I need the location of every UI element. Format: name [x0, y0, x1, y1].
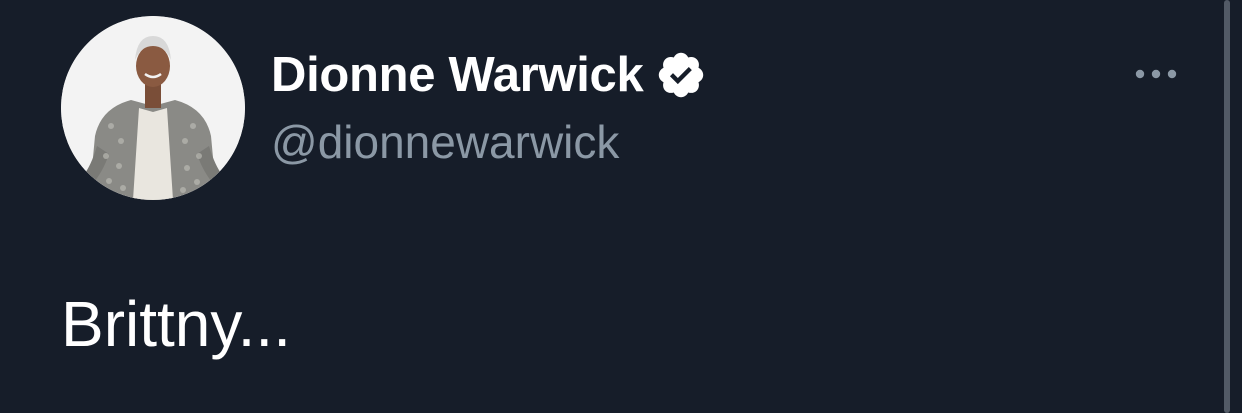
avatar-image — [61, 16, 245, 200]
more-options-button[interactable] — [1128, 60, 1184, 88]
author-name-row: Dionne Warwick — [271, 44, 707, 106]
more-horizontal-icon — [1135, 69, 1177, 79]
scrollbar[interactable] — [1224, 0, 1230, 413]
verified-badge-icon — [655, 49, 707, 101]
tweet: Dionne Warwick @dionnewarwick Brittny... — [0, 0, 1242, 413]
author-handle[interactable]: @dionnewarwick — [271, 114, 619, 170]
author-display-name[interactable]: Dionne Warwick — [271, 44, 644, 106]
tweet-text: Brittny... — [61, 288, 291, 360]
avatar[interactable] — [61, 16, 245, 200]
